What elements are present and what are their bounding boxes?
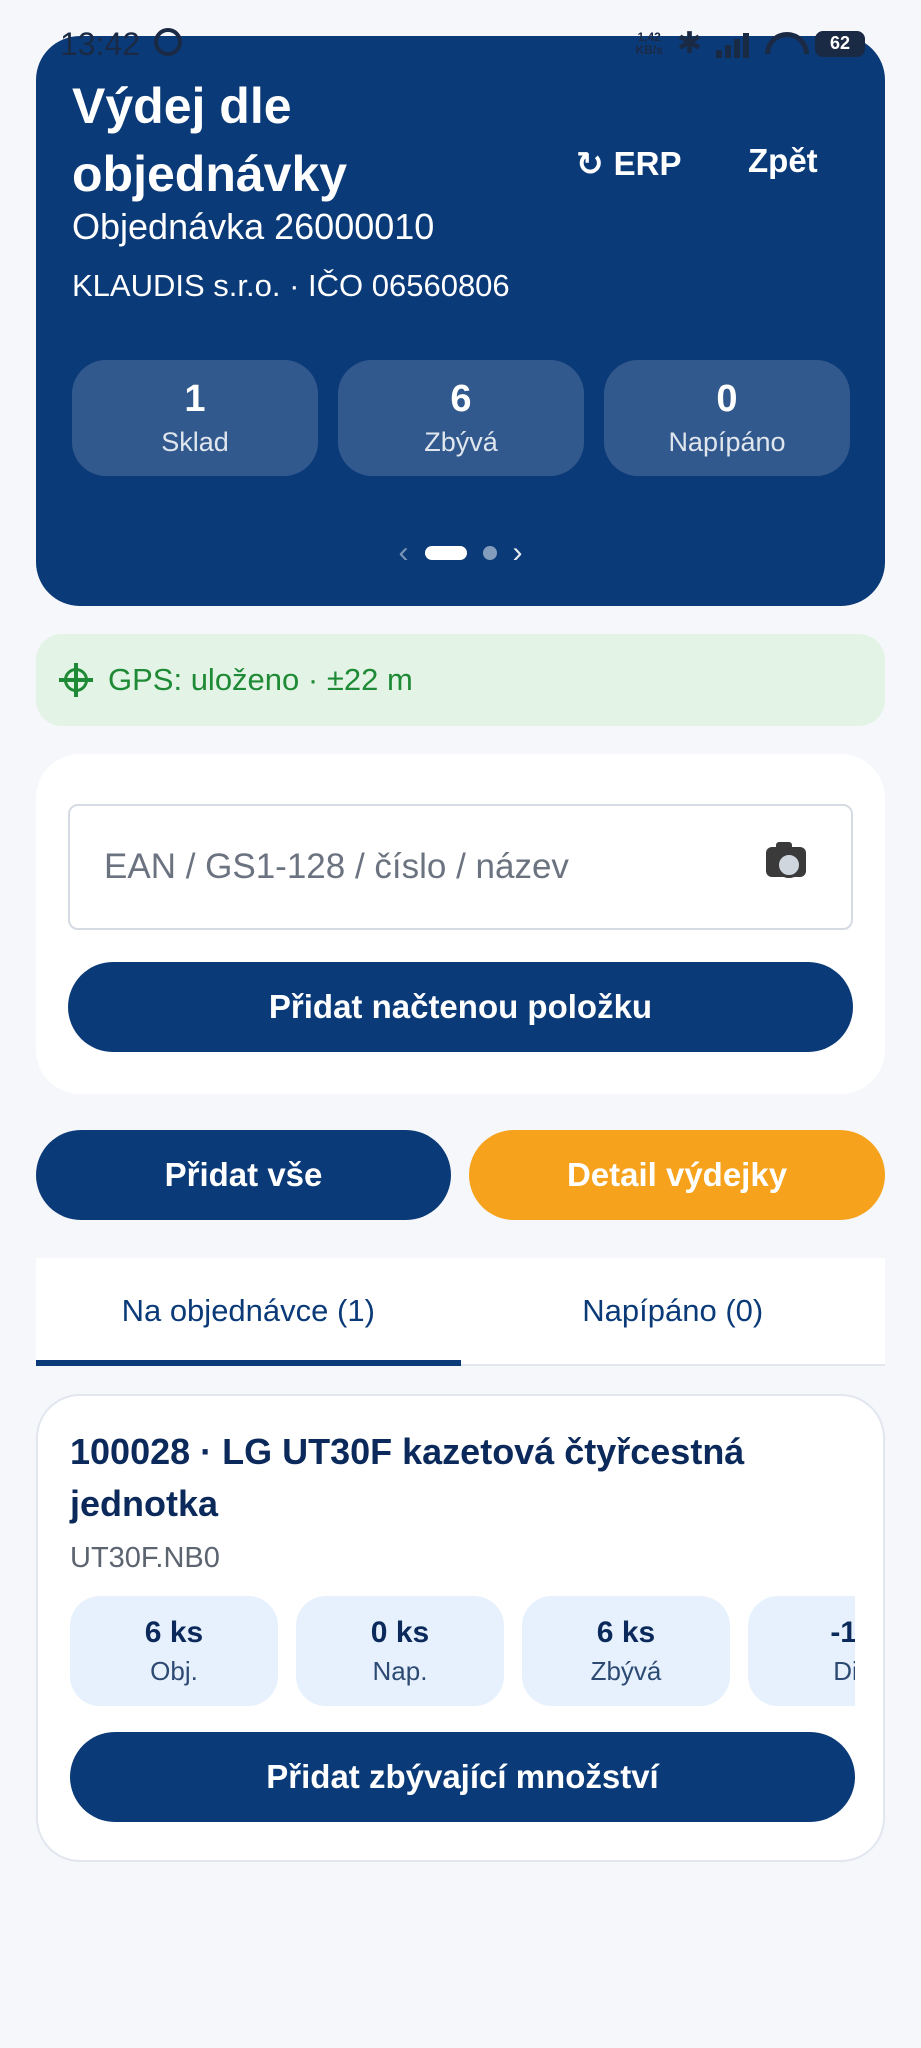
customer-info: KLAUDIS s.r.o. · IČO 06560806 [72, 268, 510, 303]
chip-remaining: 6 ks Zbývá [522, 1596, 730, 1706]
battery-icon: 62 [815, 30, 865, 57]
wifi-icon [763, 30, 801, 58]
page-title: Výdej dle objednávky [72, 78, 348, 202]
issue-detail-button[interactable]: Detail výdejky [469, 1130, 885, 1220]
stat-napipano: 0 Napípáno [604, 360, 850, 476]
add-remaining-button[interactable]: Přidat zbývající množství [70, 1732, 855, 1822]
order-number: Objednávka 26000010 [72, 206, 435, 247]
chip-label: Nap. [372, 1656, 428, 1686]
item-tabs: Na objednávce (1) Napípáno (0) [36, 1258, 885, 1366]
status-indicators: 1,42 KB/s ✱ 62 [636, 26, 865, 61]
stat-value: 0 [716, 378, 738, 420]
add-scanned-item-button[interactable]: Přidat načtenou položku [68, 962, 853, 1052]
chip-value: 0 ks [370, 1616, 430, 1649]
gps-status: GPS: uloženo · ±22 m [36, 634, 885, 726]
order-header: Výdej dle objednávky Objednávka 26000010… [36, 36, 885, 606]
chip-ordered: 6 ks Obj. [70, 1596, 278, 1706]
erp-sync-button[interactable]: ↻ ERP [576, 144, 682, 183]
network-speed-unit: KB/s [635, 42, 663, 57]
crosshair-icon [59, 663, 93, 697]
stat-sklad: 1 Sklad [72, 360, 318, 476]
stat-value: 6 [450, 378, 472, 420]
status-bar: 13:42 1,42 KB/s ✱ 62 [0, 0, 921, 90]
bluetooth-icon: ✱ [676, 27, 702, 60]
network-speed: 1,42 KB/s [635, 29, 663, 57]
header-pager: ‹ › [36, 536, 885, 570]
chevron-right-icon[interactable]: › [513, 536, 523, 570]
network-speed-value: 1,42 [637, 29, 661, 44]
chip-label: Zbývá [590, 1656, 662, 1686]
tab-scanned[interactable]: Napípáno (0) [461, 1258, 886, 1364]
signal-icon [716, 30, 749, 58]
stat-zbyva: 6 Zbývá [338, 360, 584, 476]
stat-label: Zbývá [424, 427, 498, 457]
scan-input[interactable] [68, 804, 853, 930]
back-button[interactable]: Zpět [748, 142, 818, 180]
stat-label: Sklad [161, 427, 229, 457]
chip-scanned: 0 ks Nap. [296, 1596, 504, 1706]
scan-card: Přidat načtenou položku [36, 754, 885, 1094]
chip-value: 6 ks [144, 1616, 204, 1649]
add-all-button[interactable]: Přidat vše [36, 1130, 451, 1220]
list-item: 100028 · LG UT30F kazetová čtyřcestná je… [36, 1394, 885, 1862]
chevron-left-icon[interactable]: ‹ [399, 536, 409, 570]
order-stats: 1 Sklad 6 Zbývá 0 Napípáno [72, 360, 850, 476]
chip-available: -16 Dis [748, 1596, 855, 1706]
chip-label: Dis [833, 1656, 855, 1686]
chip-value: -16 [830, 1616, 855, 1649]
stat-label: Napípáno [668, 427, 786, 457]
item-title: 100028 · LG UT30F kazetová čtyřcestná je… [70, 1431, 745, 1524]
chip-label: Obj. [150, 1656, 198, 1686]
quantity-chips: 6 ks Obj. 0 ks Nap. 6 ks Zbývá -16 Dis [70, 1596, 855, 1708]
tab-on-order[interactable]: Na objednávce (1) [36, 1258, 461, 1366]
pager-dot-active[interactable] [424, 546, 467, 560]
status-time: 13:42 [60, 26, 141, 62]
item-code: UT30F.NB0 [70, 1542, 220, 1574]
refresh-icon: ↻ [576, 145, 604, 182]
camera-icon[interactable] [766, 842, 806, 878]
chip-value: 6 ks [596, 1616, 656, 1649]
timer-icon [154, 28, 182, 56]
pager-dot[interactable] [482, 546, 497, 560]
gps-text: GPS: uloženo · ±22 m [108, 662, 413, 697]
stat-value: 1 [184, 378, 206, 420]
action-row: Přidat vše Detail výdejky [36, 1130, 885, 1220]
erp-label: ERP [613, 144, 682, 182]
